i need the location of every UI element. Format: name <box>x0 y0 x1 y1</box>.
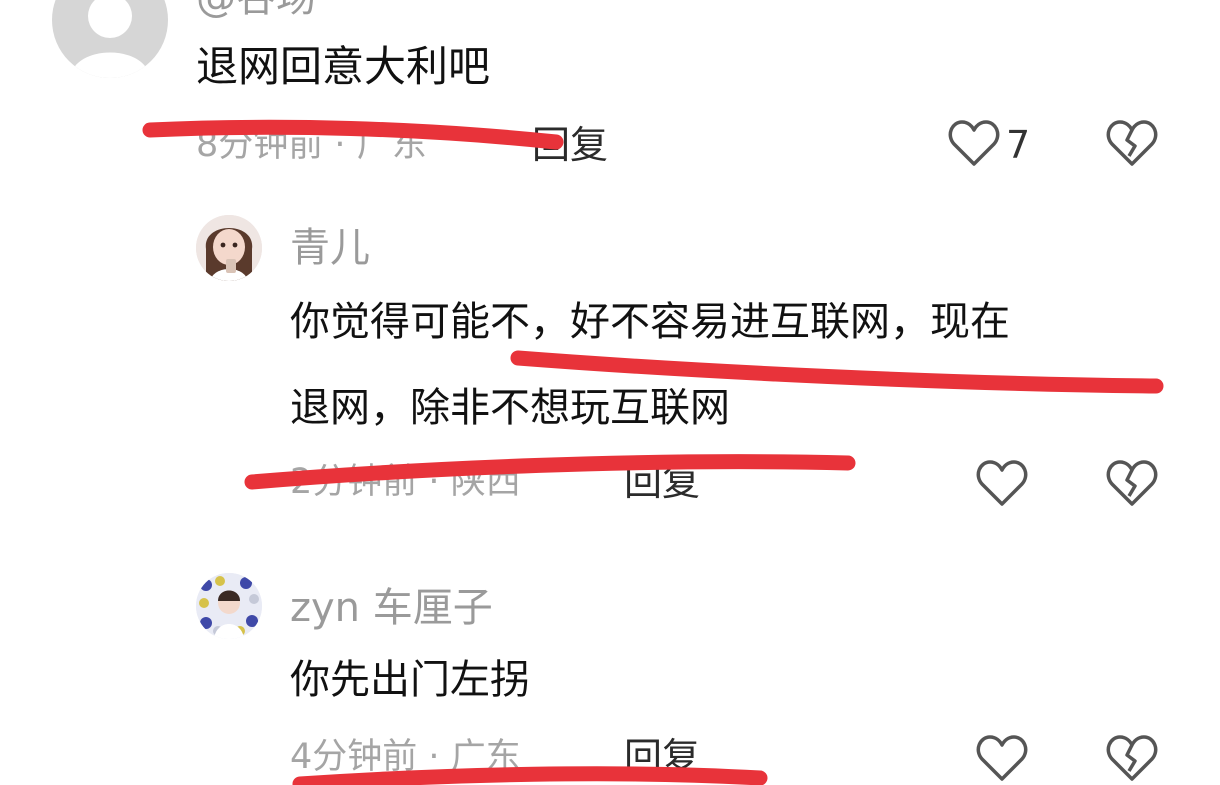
comment-location: 广东 <box>356 125 427 165</box>
avatar-icon <box>196 215 262 281</box>
comment-text-line-2: 退网，除非不想玩互联网 <box>290 385 730 431</box>
heart-icon <box>976 735 1028 781</box>
broken-heart-icon <box>1106 460 1158 506</box>
avatar-icon <box>196 573 262 639</box>
comment-username[interactable]: @谷场 <box>196 0 316 18</box>
meta-separator: · <box>428 737 451 777</box>
heart-icon <box>976 460 1028 506</box>
dislike-button[interactable] <box>1106 458 1158 508</box>
comment-location: 广东 <box>450 737 521 777</box>
dislike-button[interactable] <box>1106 733 1158 783</box>
reply-button[interactable]: 回复 <box>624 738 700 776</box>
heart-icon <box>948 120 1000 166</box>
user-avatar[interactable] <box>52 0 168 78</box>
comment-meta: 8分钟前 · 广东 <box>196 128 427 163</box>
avatar-icon <box>70 0 150 78</box>
like-button[interactable] <box>976 733 1028 783</box>
comment-username[interactable]: 青儿 <box>290 228 370 268</box>
comment-text: 退网回意大利吧 <box>196 42 491 91</box>
comment-time: 4分钟前 <box>290 737 418 777</box>
comment-time: 2分钟前 <box>290 462 418 502</box>
dislike-button[interactable] <box>1106 118 1158 168</box>
comment-meta: 2分钟前 · 陕西 <box>290 465 521 500</box>
like-button[interactable] <box>976 458 1028 508</box>
comment-meta: 4分钟前 · 广东 <box>290 740 521 775</box>
comment-time: 8分钟前 <box>196 125 324 165</box>
reply-button[interactable]: 回复 <box>532 126 608 164</box>
comment-text: 你先出门左拐 <box>290 657 530 703</box>
meta-separator: · <box>334 125 357 165</box>
like-button[interactable] <box>948 118 1000 168</box>
reply-button[interactable]: 回复 <box>624 463 700 501</box>
user-avatar[interactable] <box>196 215 262 281</box>
comment-username[interactable]: zyn 车厘子 <box>290 588 493 628</box>
meta-separator: · <box>428 462 451 502</box>
like-count: 7 <box>1006 123 1031 167</box>
comment-location: 陕西 <box>450 462 521 502</box>
comment-text-line-1: 你觉得可能不，好不容易进互联网，现在 <box>290 299 1010 345</box>
broken-heart-icon <box>1106 735 1158 781</box>
broken-heart-icon <box>1106 120 1158 166</box>
user-avatar[interactable] <box>196 573 262 639</box>
